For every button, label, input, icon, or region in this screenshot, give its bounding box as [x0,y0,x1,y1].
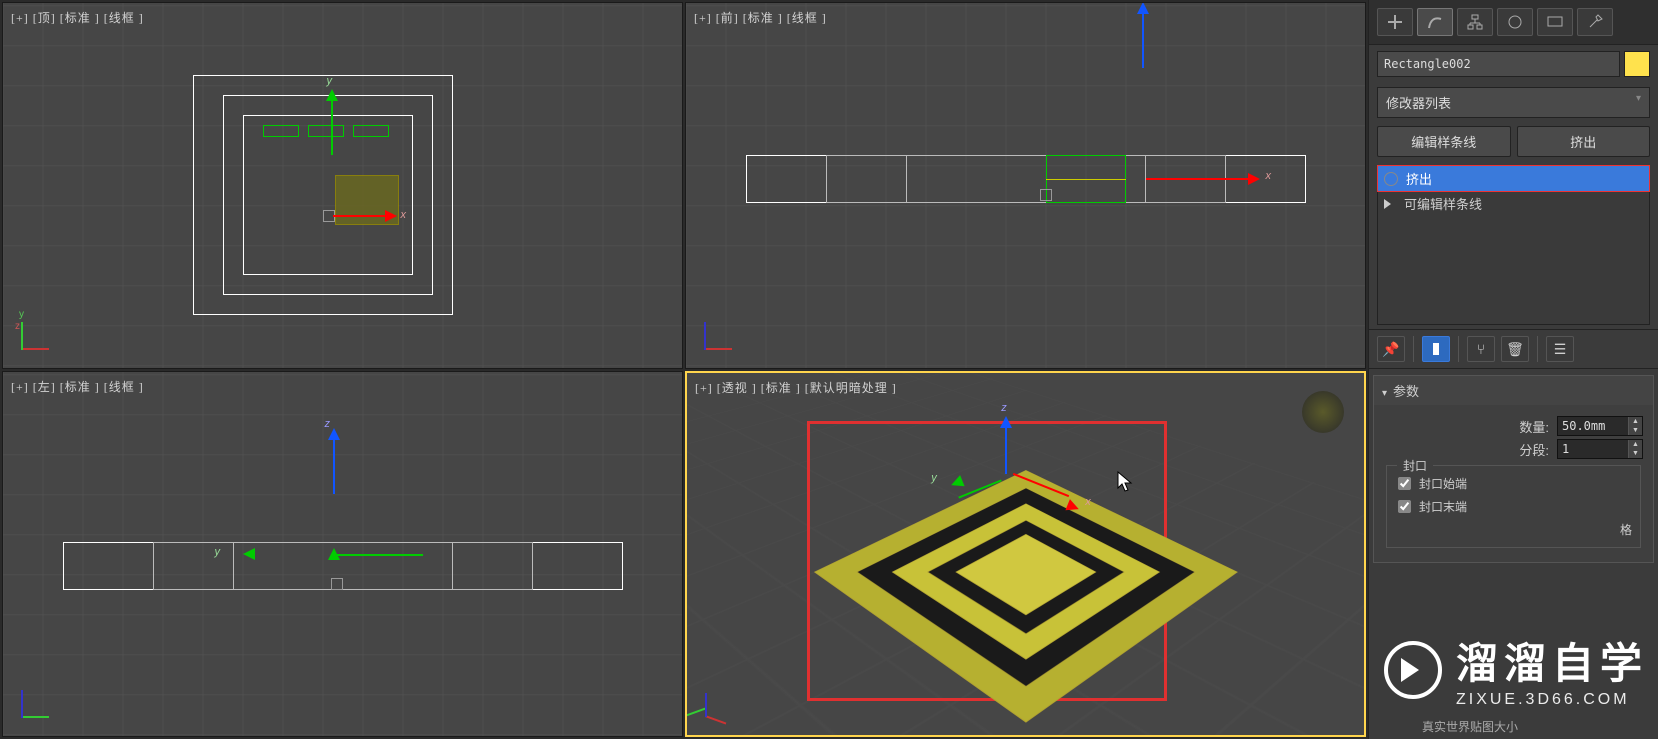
segments-input[interactable] [1558,440,1628,458]
remove-modifier-button[interactable]: 🗑 [1501,336,1529,362]
axis-y-label: y [327,75,333,87]
stack-item-editable-spline[interactable]: 可编辑样条线 [1378,191,1649,216]
cap-end-label: 封口末端 [1419,498,1467,515]
watermark: 溜溜自学 ZIXUE.3D66.COM [1384,630,1648,709]
status-bar-text: 真实世界贴图大小 [1422,718,1518,735]
configure-sets-button[interactable]: ☰ [1546,336,1574,362]
watermark-play-icon [1384,641,1442,699]
segments-spinner[interactable]: ▲▼ [1557,439,1643,459]
axis-tripod: z y [21,310,61,350]
tab-modify[interactable] [1417,8,1453,36]
cap-start-checkbox[interactable] [1398,477,1411,490]
axis-x-label: x [401,209,407,221]
viewport-front[interactable]: [+] [前] [标准 ] [线框 ] x z [685,2,1366,369]
object-color-swatch[interactable] [1624,51,1650,77]
axis-tripod [704,310,744,350]
tab-create[interactable] [1377,8,1413,36]
cap-end-checkbox[interactable] [1398,500,1411,513]
show-end-result-button[interactable] [1422,336,1450,362]
watermark-sub-text: ZIXUE.3D66.COM [1456,691,1648,709]
expand-icon[interactable] [1384,199,1396,209]
make-unique-button[interactable]: ⑂ [1467,336,1495,362]
spin-up[interactable]: ▲ [1629,440,1642,449]
rollout-parameters-header[interactable]: ▾参数 [1374,376,1653,405]
spin-down[interactable]: ▼ [1629,449,1642,458]
segments-label: 分段: [1519,440,1549,459]
spin-down[interactable]: ▼ [1629,426,1642,435]
amount-input[interactable] [1558,417,1628,435]
mouse-cursor [1117,471,1133,493]
command-panel: 修改器列表 编辑样条线 挤出 挤出 可编辑样条线 📌 ⑂ 🗑 ☰ [1368,0,1658,739]
amount-label: 数量: [1519,417,1549,436]
axis-tripod [705,677,745,717]
viewport-top[interactable]: [+] [顶] [标准 ] [线框 ] x y [2,2,683,369]
viewport-left-label: [+] [左] [标准 ] [线框 ] [11,378,144,395]
extrude-button[interactable]: 挤出 [1517,126,1651,157]
viewport-top-label: [+] [顶] [标准 ] [线框 ] [11,9,144,26]
viewport-left[interactable]: [+] [左] [标准 ] [线框 ] y z [2,371,683,738]
tab-utilities[interactable] [1577,8,1613,36]
watermark-main-text: 溜溜自学 [1456,630,1648,691]
edit-spline-button[interactable]: 编辑样条线 [1377,126,1511,157]
viewport-front-label: [+] [前] [标准 ] [线框 ] [694,9,827,26]
visibility-toggle-icon[interactable] [1384,172,1398,186]
axis-tripod [21,678,61,718]
modifier-list-dropdown[interactable]: 修改器列表 [1377,87,1650,118]
viewport-persp-label: [+] [透视 ] [标准 ] [默认明暗处理 ] [695,379,897,396]
tab-hierarchy[interactable] [1457,8,1493,36]
amount-spinner[interactable]: ▲▼ [1557,416,1643,436]
capping-group-label: 封口 [1397,457,1433,474]
rollout-parameters: ▾参数 数量: ▲▼ 分段: ▲▼ 封口 [1373,375,1654,563]
tab-motion[interactable] [1497,8,1533,36]
spin-up[interactable]: ▲ [1629,417,1642,426]
panel-tabs [1369,0,1658,45]
option-truncated-label: 格 [1620,521,1632,538]
viewport-perspective[interactable]: [+] [透视 ] [标准 ] [默认明暗处理 ] z x y [685,371,1366,738]
tab-display[interactable] [1537,8,1573,36]
modifier-stack[interactable]: 挤出 可编辑样条线 [1377,165,1650,325]
object-name-field[interactable] [1377,51,1620,77]
view-cube[interactable] [1302,391,1344,433]
cap-start-label: 封口始端 [1419,475,1467,492]
stack-item-extrude[interactable]: 挤出 [1377,165,1650,192]
pin-stack-button[interactable]: 📌 [1377,336,1405,362]
